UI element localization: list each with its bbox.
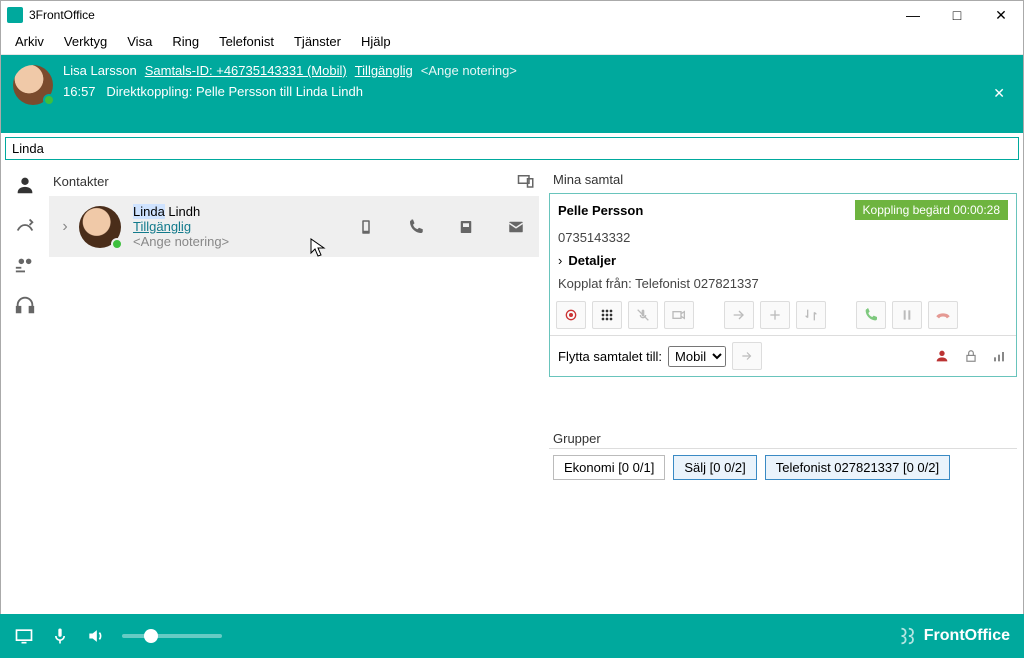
profile-call-id[interactable]: Samtals-ID: +46735143331 (Mobil) [145, 63, 347, 78]
video-button[interactable] [664, 301, 694, 329]
swap-calls-button[interactable] [796, 301, 826, 329]
profile-name: Lisa Larsson [63, 63, 137, 78]
group-ekonomi[interactable]: Ekonomi [0 0/1] [553, 455, 665, 480]
profile-note[interactable]: <Ange notering> [421, 63, 517, 78]
devices-icon[interactable] [517, 172, 535, 190]
details-toggle[interactable]: › Detaljer [550, 249, 1016, 272]
calls-header: Mina samtal [553, 172, 623, 187]
contact-note[interactable]: <Ange notering> [133, 234, 283, 249]
chevron-right-icon[interactable]: › [57, 218, 73, 236]
menu-hjalp[interactable]: Hjälp [351, 30, 401, 53]
groups-header: Grupper [549, 429, 1017, 448]
call-status-badge: Koppling begärd 00:00:28 [855, 200, 1008, 220]
sidebar [1, 164, 49, 614]
profile-bar: Lisa Larsson Samtals-ID: +46735143331 (M… [1, 55, 1023, 133]
caller-number: 0735143332 [550, 226, 1016, 249]
group-salj[interactable]: Sälj [0 0/2] [673, 455, 756, 480]
profile-status[interactable]: Tillgänglig [355, 63, 413, 78]
close-button[interactable]: ✕ [979, 1, 1023, 29]
answer-button[interactable] [856, 301, 886, 329]
menu-ring[interactable]: Ring [162, 30, 209, 53]
menu-telefonist[interactable]: Telefonist [209, 30, 284, 53]
banner-close-button[interactable]: ✕ [993, 85, 1005, 102]
bottom-bar: FrontOffice [0, 614, 1024, 658]
lock-icon[interactable] [964, 348, 978, 364]
keypad-button[interactable] [592, 301, 622, 329]
contact-row[interactable]: › Linda Lindh Tillgänglig <Ange notering… [49, 196, 539, 257]
banner-time: 16:57 [63, 84, 96, 99]
call-transfer-icon[interactable] [14, 214, 36, 236]
transfer-button[interactable] [724, 301, 754, 329]
menu-verktyg[interactable]: Verktyg [54, 30, 117, 53]
mute-button[interactable] [628, 301, 658, 329]
volume-slider[interactable] [122, 634, 222, 638]
menu-tjanster[interactable]: Tjänster [284, 30, 351, 53]
record-button[interactable] [556, 301, 586, 329]
person-warn-icon[interactable] [934, 348, 950, 364]
microphone-icon[interactable] [50, 626, 70, 646]
contact-presence-indicator [111, 238, 123, 250]
queue-icon[interactable] [14, 254, 36, 276]
headset-icon[interactable] [14, 294, 36, 316]
mobile-icon[interactable] [357, 218, 375, 236]
search-input[interactable] [5, 137, 1019, 160]
hangup-button[interactable] [928, 301, 958, 329]
banner-text: Direktkoppling: Pelle Persson till Linda… [106, 84, 363, 99]
caller-name: Pelle Persson [558, 203, 643, 218]
move-call-go-button[interactable] [732, 342, 762, 370]
contacts-header: Kontakter [53, 174, 109, 189]
hold-button[interactable] [892, 301, 922, 329]
maximize-button[interactable]: □ [935, 1, 979, 29]
deskphone-icon[interactable] [457, 218, 475, 236]
move-call-select[interactable]: Mobil [668, 346, 726, 367]
move-call-label: Flytta samtalet till: [558, 349, 662, 364]
message-icon[interactable] [507, 218, 525, 236]
presence-indicator [43, 94, 55, 106]
title-bar: 3FrontOffice — □ ✕ [1, 1, 1023, 29]
speaker-icon[interactable] [86, 626, 106, 646]
contact-status[interactable]: Tillgänglig [133, 219, 283, 234]
brand-logo: FrontOffice [896, 625, 1010, 647]
signal-icon [992, 348, 1008, 364]
add-call-button[interactable] [760, 301, 790, 329]
menu-bar: Arkiv Verktyg Visa Ring Telefonist Tjäns… [1, 29, 1023, 55]
menu-arkiv[interactable]: Arkiv [5, 30, 54, 53]
contact-name: Linda Lindh [133, 204, 283, 219]
screen-icon[interactable] [14, 626, 34, 646]
phone-icon[interactable] [407, 218, 425, 236]
active-call-card: Pelle Persson Koppling begärd 00:00:28 0… [549, 193, 1017, 377]
menu-visa[interactable]: Visa [117, 30, 162, 53]
group-telefonist[interactable]: Telefonist 027821337 [0 0/2] [765, 455, 950, 480]
minimize-button[interactable]: — [891, 1, 935, 29]
routed-from: Kopplat från: Telefonist 027821337 [550, 272, 1016, 295]
chevron-right-icon: › [558, 253, 562, 268]
contacts-icon[interactable] [14, 174, 36, 196]
app-icon [7, 7, 23, 23]
window-title: 3FrontOffice [29, 8, 95, 22]
